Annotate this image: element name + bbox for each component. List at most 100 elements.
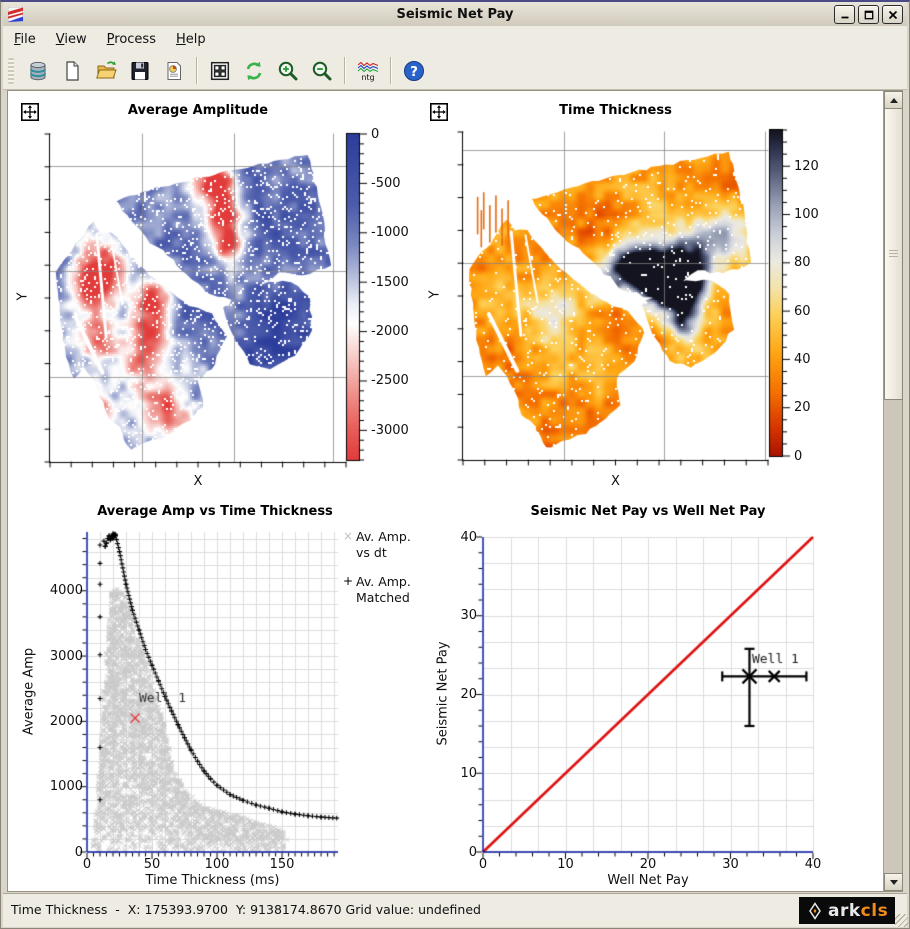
- close-icon: [888, 10, 898, 20]
- colorbar-tick-label: 0: [371, 126, 379, 143]
- y-tick-label: 40: [433, 529, 477, 546]
- database-button[interactable]: [23, 56, 53, 86]
- legend-label: Av. Amp.vs dt: [356, 529, 411, 561]
- app-window: Seismic Net Pay FileViewProcessHelp: [0, 0, 910, 929]
- colorbar-tick-label: 60: [794, 303, 811, 320]
- x-tick-label: 10: [546, 856, 586, 873]
- y-axis-label: Y: [16, 227, 31, 367]
- x-axis-label: Time Thickness (ms): [87, 873, 338, 888]
- zoom-out-icon: [310, 59, 334, 83]
- y-axis-label: Average Amp: [22, 622, 37, 762]
- window-controls: [834, 5, 903, 24]
- toolbar-separator: [344, 57, 346, 84]
- save-button[interactable]: [125, 56, 155, 86]
- time-thickness-map[interactable]: [451, 130, 770, 476]
- menu-item-process[interactable]: Process: [98, 29, 165, 50]
- legend-item: ×Av. Amp.vs dt: [343, 529, 419, 561]
- close-button[interactable]: [882, 5, 903, 24]
- scroll-up-button[interactable]: [884, 91, 903, 109]
- y-tick-label: 1000: [37, 778, 83, 795]
- open-folder-button[interactable]: [91, 56, 121, 86]
- menu-item-view[interactable]: View: [47, 29, 96, 50]
- arkcls-diamond-icon: [803, 900, 827, 922]
- thickness-colorbar: [764, 128, 794, 460]
- colorbar-tick-label: -500: [371, 175, 401, 192]
- report-button[interactable]: [159, 56, 189, 86]
- app-logo-icon: [8, 7, 23, 22]
- ntg-wavelets-icon: [357, 61, 379, 74]
- save-icon: [128, 59, 152, 83]
- x-axis-label: X: [50, 474, 346, 489]
- tile-windows-button[interactable]: [205, 56, 235, 86]
- database-icon: [26, 59, 50, 83]
- zoom-out-button[interactable]: [307, 56, 337, 86]
- toolbar: ntg ?: [3, 52, 907, 90]
- plot-title: Seismic Net Pay vs Well Net Pay: [483, 504, 813, 519]
- y-tick-label: 4000: [37, 582, 83, 599]
- logo-text-ark: ark: [828, 901, 861, 921]
- amplitude-colorbar: [341, 132, 371, 464]
- netpay-crossplot[interactable]: [465, 527, 830, 872]
- legend: ×Av. Amp.vs dt +Av. Amp.Matched: [343, 529, 419, 619]
- colorbar-tick-label: 120: [794, 158, 819, 175]
- scroll-down-button[interactable]: [884, 873, 903, 891]
- pan-tool-icon[interactable]: [21, 103, 39, 121]
- colorbar-tick-label: -1500: [371, 274, 409, 291]
- toolbar-separator: [196, 57, 198, 84]
- colorbar-tick-label: -3000: [371, 422, 409, 439]
- statusbar: Time Thickness - X: 175393.9700 Y: 91381…: [3, 893, 907, 927]
- maximize-button[interactable]: [858, 5, 879, 24]
- pan-tool-icon[interactable]: [430, 103, 448, 121]
- amp-vs-thickness-plot[interactable]: [69, 522, 359, 870]
- plot-title: Time Thickness: [463, 103, 768, 118]
- minimize-icon: [840, 10, 850, 20]
- y-tick-label: 10: [433, 765, 477, 782]
- legend-item: +Av. Amp.Matched: [343, 574, 419, 606]
- maximize-icon: [864, 10, 874, 20]
- new-document-button[interactable]: [57, 56, 87, 86]
- ntg-label: ntg: [361, 74, 374, 81]
- colorbar-tick-label: -2000: [371, 323, 409, 340]
- colorbar-tick-label: 20: [794, 399, 811, 416]
- y-tick-label: 2000: [37, 713, 83, 730]
- tile-windows-icon: [208, 59, 232, 83]
- x-tick-label: 100: [197, 856, 237, 873]
- minimize-button[interactable]: [834, 5, 855, 24]
- content-frame: Average Amplitude Y X Time Thickness Y X…: [7, 90, 903, 892]
- colorbar-tick-label: 80: [794, 254, 811, 271]
- ntg-wavelets-button[interactable]: ntg: [353, 56, 383, 86]
- scrollbar-thumb[interactable]: [884, 108, 903, 400]
- y-axis-label: Y: [428, 225, 443, 365]
- refresh-icon: [242, 59, 266, 83]
- toolbar-grip-handle[interactable]: [8, 58, 14, 84]
- colorbar-tick-label: -2500: [371, 372, 409, 389]
- menu-item-help[interactable]: Help: [167, 29, 215, 50]
- plus-marker-icon: +: [343, 574, 356, 606]
- x-tick-label: 50: [132, 856, 172, 873]
- vertical-scrollbar[interactable]: [883, 91, 902, 891]
- resize-grip[interactable]: [895, 914, 908, 927]
- plot-title: Average Amplitude: [50, 103, 346, 118]
- zoom-in-icon: [276, 59, 300, 83]
- status-text: Time Thickness - X: 175393.9700 Y: 91381…: [11, 902, 481, 917]
- plot-area: Average Amplitude Y X Time Thickness Y X…: [9, 92, 883, 890]
- menu-item-file[interactable]: File: [5, 29, 45, 50]
- x-axis-label: X: [463, 474, 768, 489]
- y-tick-label: 30: [433, 607, 477, 624]
- zoom-in-button[interactable]: [273, 56, 303, 86]
- svg-text:?: ?: [410, 64, 418, 80]
- plot-title: Average Amp vs Time Thickness: [75, 504, 355, 519]
- x-tick-label: 40: [793, 856, 833, 873]
- window-title: Seismic Net Pay: [3, 7, 907, 22]
- refresh-button[interactable]: [239, 56, 269, 86]
- logo-text-cls: cls: [861, 901, 889, 921]
- help-button[interactable]: ?: [399, 56, 429, 86]
- x-tick-label: 20: [628, 856, 668, 873]
- toolbar-separator: [390, 57, 392, 84]
- average-amplitude-map[interactable]: [38, 132, 348, 478]
- arkcls-logo: arkcls: [799, 897, 895, 924]
- x-tick-label: 30: [711, 856, 751, 873]
- menubar: FileViewProcessHelp: [3, 26, 907, 53]
- arrow-up-icon: [890, 98, 898, 103]
- open-folder-icon: [94, 59, 118, 83]
